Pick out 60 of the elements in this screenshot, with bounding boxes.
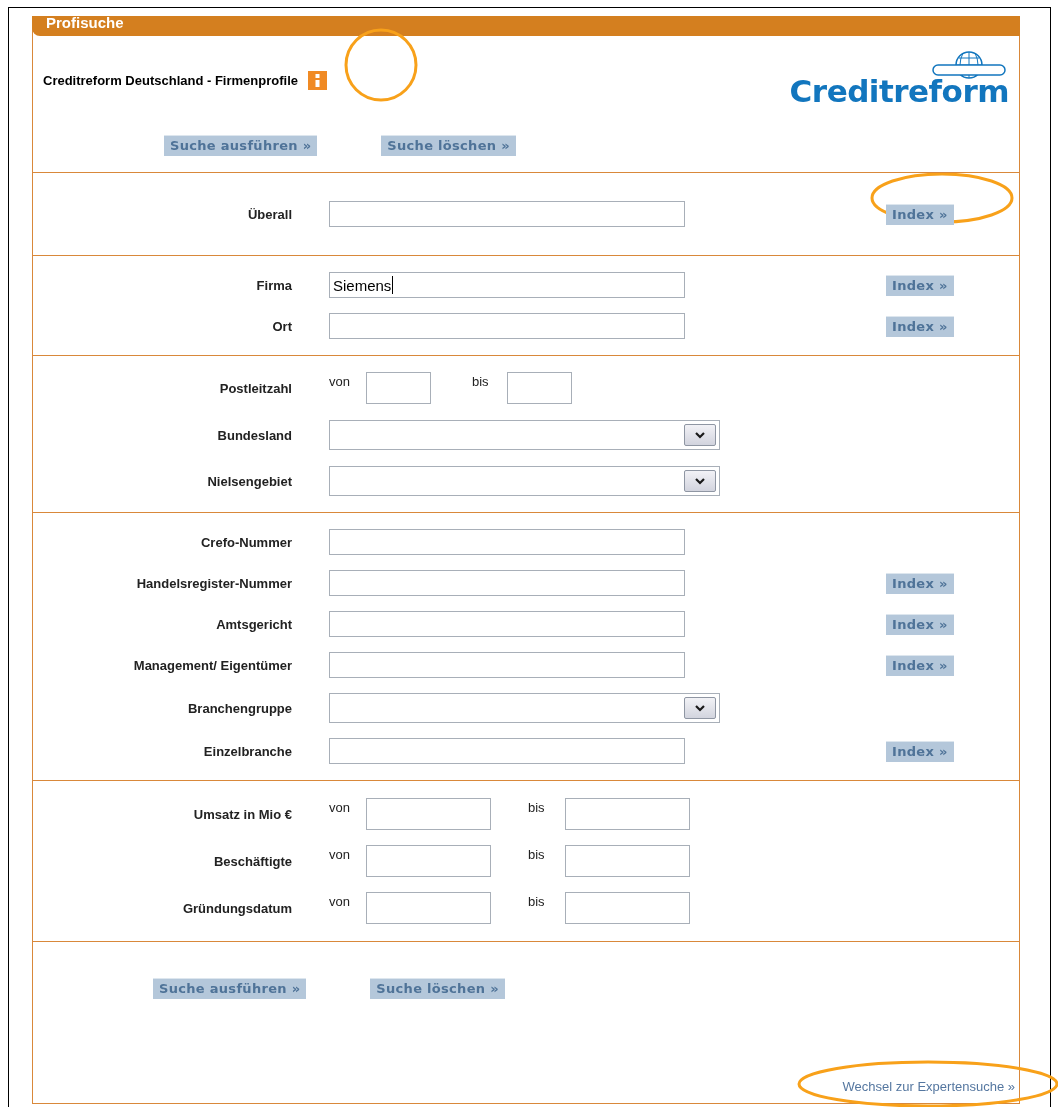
chevron-down-icon — [695, 704, 705, 712]
to-field[interactable] — [565, 798, 690, 830]
field-label: Branchengruppe — [187, 700, 292, 716]
field-label: Handelsregister-Nummer — [135, 575, 292, 591]
field-label: Postleitzahl — [218, 380, 292, 396]
index-button[interactable]: Index » — [886, 613, 954, 635]
text-field[interactable] — [329, 570, 685, 596]
info-icon[interactable] — [308, 70, 327, 90]
to-label: bis — [528, 894, 546, 909]
index-button[interactable]: Index » — [886, 654, 954, 676]
page-heading: Creditreform Deutschland - Firmenprofile — [43, 72, 298, 88]
field-label: Nielsengebiet — [206, 473, 292, 489]
from-field[interactable] — [366, 798, 491, 830]
index-button[interactable]: Index » — [886, 274, 954, 296]
dropdown-field[interactable] — [329, 466, 720, 496]
text-field[interactable] — [329, 738, 685, 764]
text-field[interactable] — [329, 652, 685, 678]
to-field[interactable] — [565, 892, 690, 924]
field-label: Einzelbranche — [202, 743, 292, 759]
field-label: Überall — [246, 206, 292, 222]
chevron-down-icon — [695, 431, 705, 439]
from-field[interactable] — [366, 372, 431, 404]
field-label: Umsatz in Mio € — [192, 806, 292, 822]
from-label: von — [329, 847, 351, 862]
field-label: Management/ Eigentümer — [132, 657, 292, 673]
search-button[interactable]: Suche ausführen » — [153, 978, 307, 999]
panel-title: Profisuche — [46, 15, 124, 31]
text-field[interactable] — [329, 611, 685, 637]
to-field[interactable] — [565, 845, 690, 877]
from-label: von — [329, 800, 351, 815]
search-button[interactable]: Suche ausführen » — [164, 135, 318, 156]
index-button[interactable]: Index » — [886, 203, 954, 225]
to-field[interactable] — [507, 372, 572, 404]
to-label: bis — [472, 374, 490, 389]
field-label: Beschäftigte — [212, 853, 292, 869]
to-label: bis — [528, 847, 546, 862]
from-label: von — [329, 894, 351, 909]
index-button[interactable]: Index » — [886, 315, 954, 337]
index-button[interactable]: Index » — [886, 740, 954, 762]
search-button[interactable]: Suche löschen » — [370, 978, 505, 999]
dropdown-field[interactable] — [329, 420, 720, 450]
search-button[interactable]: Suche löschen » — [381, 135, 516, 156]
field-label: Amtsgericht — [215, 616, 292, 632]
logo: Creditreform — [789, 77, 1009, 105]
text-field[interactable] — [329, 529, 685, 555]
field-label: Gründungsdatum — [181, 900, 292, 916]
text-field[interactable] — [329, 201, 685, 227]
to-label: bis — [528, 800, 546, 815]
index-button[interactable]: Index » — [886, 572, 954, 594]
text-field[interactable] — [329, 313, 685, 339]
field-label: Bundesland — [216, 427, 292, 443]
from-field[interactable] — [366, 892, 491, 924]
dropdown-field[interactable] — [329, 693, 720, 723]
text-field[interactable]: Siemens — [329, 272, 685, 298]
field-label: Firma — [255, 277, 292, 293]
field-label: Crefo-Nummer — [200, 534, 292, 550]
from-label: von — [329, 374, 351, 389]
field-label: Ort — [271, 318, 292, 334]
from-field[interactable] — [366, 845, 491, 877]
chevron-down-icon — [695, 477, 705, 485]
